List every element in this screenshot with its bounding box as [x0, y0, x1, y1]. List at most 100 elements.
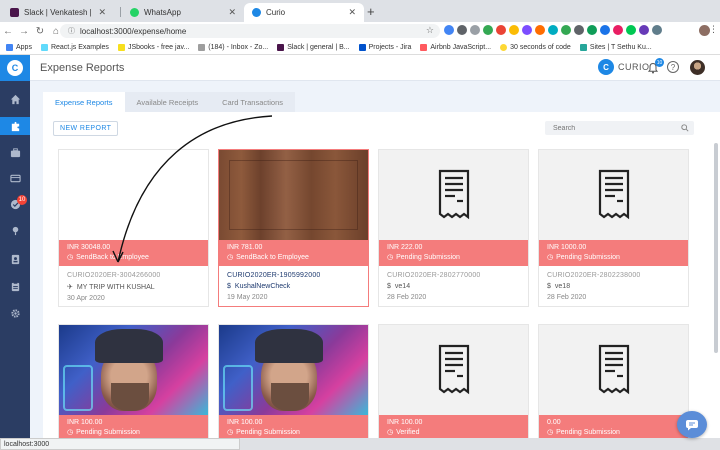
extension-icon[interactable]: [444, 25, 454, 35]
address-bar[interactable]: ⓘ localhost:3000/expense/home ☆: [60, 24, 440, 38]
extension-icon[interactable]: [574, 25, 584, 35]
logo[interactable]: C: [0, 55, 30, 81]
clock-icon: ◷: [387, 429, 394, 436]
sidebar-item-profile[interactable]: [0, 250, 30, 268]
slack-icon: [10, 8, 19, 17]
extension-icon[interactable]: [457, 25, 467, 35]
sidebar-item-expenses[interactable]: [0, 117, 30, 135]
browser-tab-curio[interactable]: Curio ✕: [244, 3, 364, 22]
extension-icon[interactable]: [587, 25, 597, 35]
extension-icon[interactable]: [470, 25, 480, 35]
extension-icon[interactable]: [522, 25, 532, 35]
report-card[interactable]: 0.00 ◷ Pending Submission: [538, 324, 689, 438]
report-card[interactable]: INR 100.00 ◷ Pending Submission: [218, 324, 369, 438]
receipt-icon: [438, 169, 469, 220]
search-icon[interactable]: [681, 124, 689, 132]
clock-icon: ◷: [387, 254, 394, 261]
clock-icon: ◷: [67, 429, 74, 436]
js-icon: [117, 43, 125, 51]
bookmark-item[interactable]: Slack | general | B...: [277, 43, 350, 51]
browser-tab-slack[interactable]: Slack | Venkatesh | BigAppCom ✕: [2, 3, 114, 22]
sidebar-item-approvals[interactable]: 10: [0, 195, 30, 213]
report-thumbnail: [539, 150, 688, 240]
bookmark-item[interactable]: (184) - Inbox - Zo...: [198, 43, 268, 51]
reload-icon[interactable]: ↻: [32, 26, 48, 37]
extension-icon[interactable]: [613, 25, 623, 35]
report-card[interactable]: INR 100.00 ◷ Verified: [378, 324, 529, 438]
status-text: SendBack to Employee: [236, 253, 309, 261]
status-band: INR 222.00 ◷ Pending Submission: [379, 240, 528, 266]
bookmark-item[interactable]: Projects - Jira: [358, 43, 411, 51]
bookmark-item[interactable]: React.js Examples: [40, 43, 109, 51]
report-status: ◷ Pending Submission: [387, 253, 520, 262]
report-card[interactable]: INR 1000.00 ◷ Pending Submission CURIO202…: [538, 149, 689, 307]
sidebar-item-home[interactable]: [0, 90, 30, 108]
new-report-button[interactable]: NEW REPORT: [53, 121, 119, 136]
more-menu-icon[interactable]: ⋮: [709, 24, 718, 35]
chat-button[interactable]: [677, 411, 707, 438]
new-tab-button[interactable]: +: [367, 4, 375, 19]
bookmarks-bar: Apps React.js Examples JSbooks - free ja…: [0, 40, 720, 55]
scrollbar[interactable]: [714, 143, 718, 353]
sidebar-item-reports[interactable]: [0, 277, 30, 295]
sidebar-item-settings[interactable]: [0, 304, 30, 322]
extension-icon[interactable]: [535, 25, 545, 35]
bookmark-item[interactable]: JSbooks - free jav...: [117, 43, 190, 51]
tab-available-receipts[interactable]: Available Receipts: [124, 92, 211, 112]
back-icon[interactable]: ←: [0, 26, 16, 37]
bookmark-item[interactable]: Airbnb JavaScript...: [420, 43, 492, 51]
page-tabs: Expense Reports Available Receipts Card …: [43, 92, 295, 112]
status-band: INR 100.00 ◷ Pending Submission: [219, 415, 368, 438]
bookmark-item[interactable]: 30 seconds of code: [500, 43, 571, 51]
extension-icon[interactable]: [600, 25, 610, 35]
close-icon[interactable]: ✕: [228, 7, 236, 18]
extension-icon[interactable]: [509, 25, 519, 35]
sidebar-item-cards[interactable]: [0, 169, 30, 187]
tab-expense-reports[interactable]: Expense Reports: [43, 92, 125, 112]
report-amount: INR 781.00: [227, 244, 263, 251]
bookmark-item[interactable]: Apps: [6, 43, 32, 51]
report-card[interactable]: INR 222.00 ◷ Pending Submission CURIO2020…: [378, 149, 529, 307]
extension-icon[interactable]: [561, 25, 571, 35]
extension-icon[interactable]: [496, 25, 506, 35]
report-card[interactable]: INR 30048.00 ◷ SendBack to Employee CURIO…: [58, 149, 209, 307]
forward-icon[interactable]: →: [16, 26, 32, 37]
card-body: CURIO2020ER-2802770000 $ ve14 28 Feb 2020: [379, 266, 528, 307]
extension-icon[interactable]: [483, 25, 493, 35]
tab-card-transactions[interactable]: Card Transactions: [210, 92, 295, 112]
close-icon[interactable]: ✕: [98, 7, 106, 18]
neon-sign: [223, 365, 253, 411]
help-icon[interactable]: ?: [667, 61, 679, 73]
report-card[interactable]: INR 100.00 ◷ Pending Submission: [58, 324, 209, 438]
bookmark-label: JSbooks - free jav...: [127, 43, 190, 51]
extension-icon[interactable]: [626, 25, 636, 35]
bookmark-item[interactable]: Sites | T Sethu Ku...: [579, 43, 652, 51]
close-icon[interactable]: ✕: [348, 7, 356, 18]
report-date: 19 May 2020: [227, 294, 268, 301]
bookmark-label: Airbnb JavaScript...: [430, 43, 492, 51]
extension-icon[interactable]: [639, 25, 649, 35]
bookmark-star-icon[interactable]: ☆: [426, 25, 434, 36]
report-amount: INR 222.00: [387, 244, 423, 251]
status-band: INR 100.00 ◷ Verified: [379, 415, 528, 438]
report-id[interactable]: CURIO2020ER-1905992000: [227, 272, 360, 279]
clock-icon: ◷: [547, 254, 554, 261]
sidebar-item-trips[interactable]: [0, 143, 30, 161]
sidebar-item-policies[interactable]: [0, 221, 30, 239]
browser-tab-whatsapp[interactable]: WhatsApp ✕: [122, 3, 244, 22]
extension-icon[interactable]: [548, 25, 558, 35]
report-purpose: $ KushalNewCheck: [227, 283, 360, 290]
clock-icon: ◷: [67, 254, 74, 261]
status-text: SendBack to Employee: [76, 253, 149, 261]
search-input[interactable]: [545, 121, 694, 135]
dollar-icon: $: [547, 283, 551, 290]
extension-icon[interactable]: [652, 25, 662, 35]
report-status: ◷ SendBack to Employee: [227, 253, 360, 262]
report-thumbnail: [59, 325, 208, 415]
status-band: INR 100.00 ◷ Pending Submission: [59, 415, 208, 438]
avatar[interactable]: [690, 60, 705, 75]
card-icon: [9, 174, 21, 182]
report-card[interactable]: INR 781.00 ◷ SendBack to Employee CURIO20…: [218, 149, 369, 307]
report-amount: INR 100.00: [67, 419, 103, 426]
info-icon: ⓘ: [68, 28, 75, 35]
